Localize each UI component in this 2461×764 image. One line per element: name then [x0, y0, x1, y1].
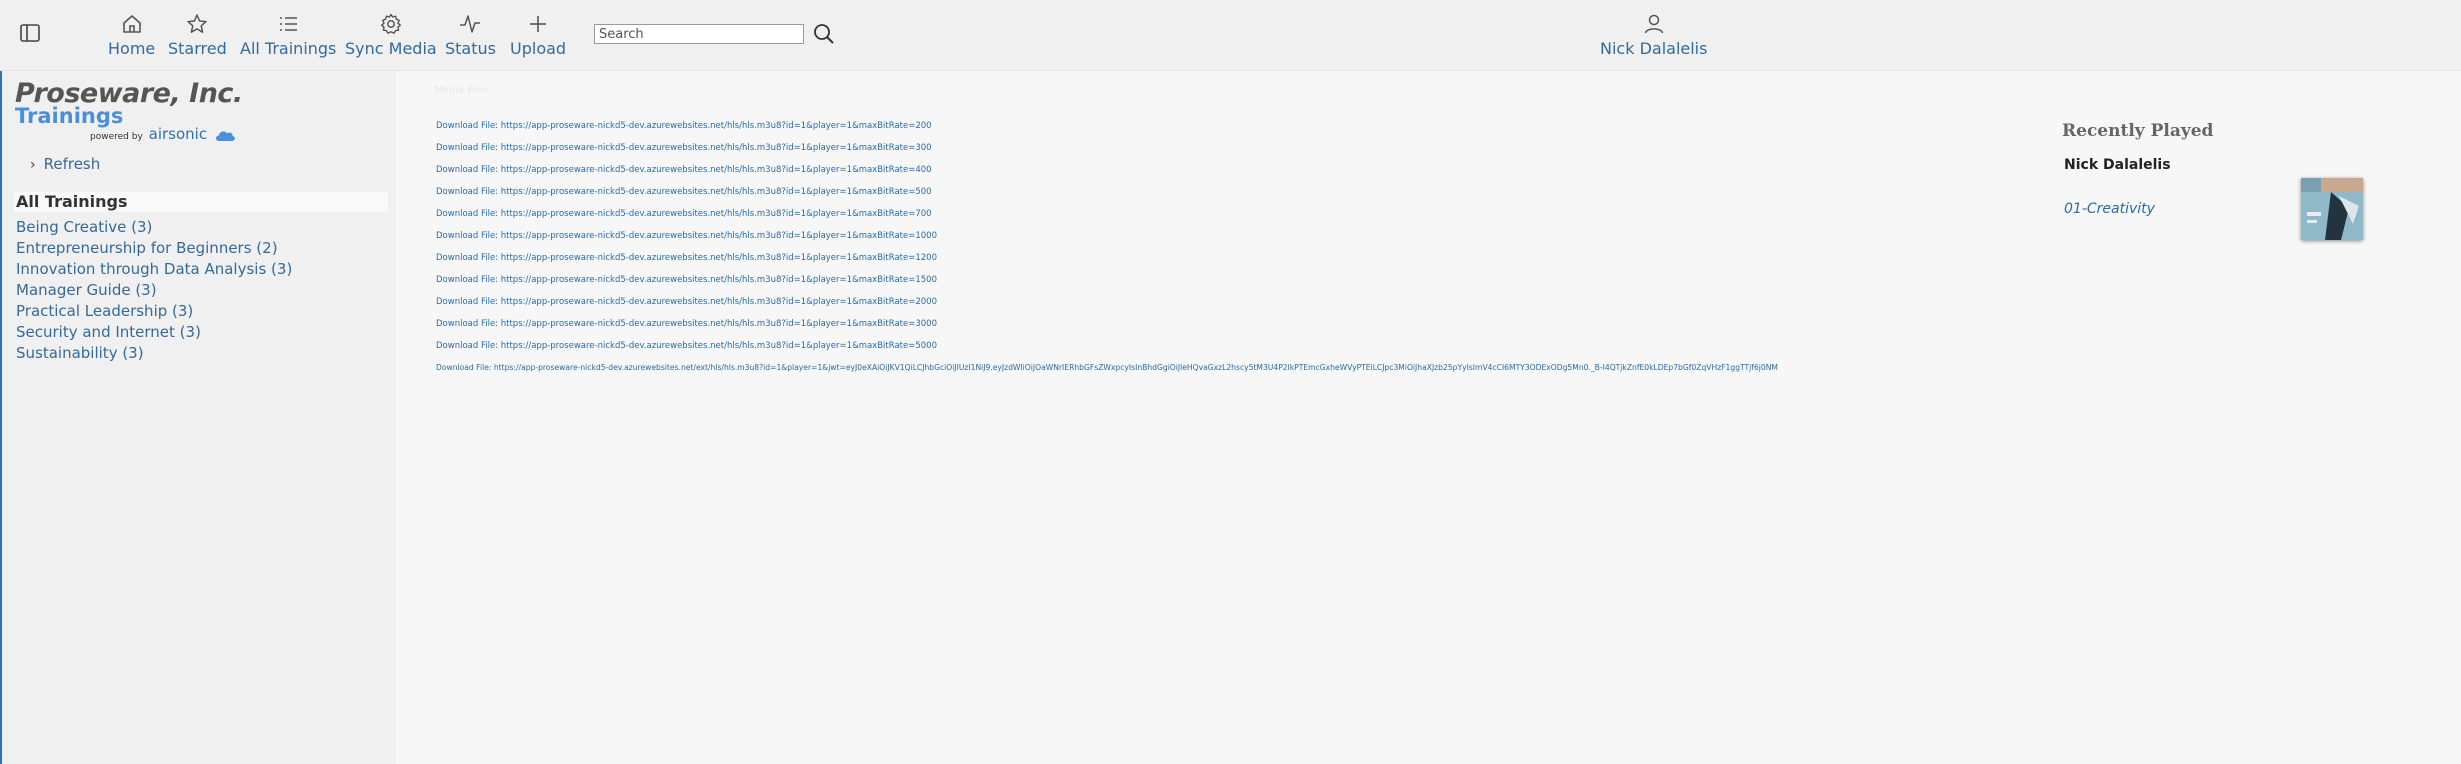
pulse-icon — [460, 15, 481, 33]
download-link[interactable]: Download File: https://app-proseware-nic… — [436, 231, 937, 241]
download-link[interactable]: Download File: https://app-proseware-nic… — [436, 297, 937, 307]
all-trainings-heading[interactable]: All Trainings — [14, 192, 388, 212]
category-entrepreneurship[interactable]: Entrepreneurship for Beginners (2) — [16, 238, 292, 259]
download-link[interactable]: Download File: https://app-proseware-nic… — [436, 341, 937, 351]
album-thumbnail[interactable] — [2301, 178, 2363, 240]
nav-starred-label: Starred — [168, 39, 227, 58]
search-input[interactable] — [594, 24, 804, 44]
cloud-icon — [214, 128, 236, 145]
nav-starred[interactable]: Starred — [168, 12, 227, 58]
logo-powered-by: powered by airsonic — [90, 125, 236, 145]
left-sidebar: Proseware, Inc. Trainings powered by air… — [0, 71, 396, 764]
download-link[interactable]: Download File: https://app-proseware-nic… — [436, 275, 937, 285]
category-innovation[interactable]: Innovation through Data Analysis (3) — [16, 259, 292, 280]
search-icon[interactable] — [813, 23, 835, 49]
nav-sync-media-label: Sync Media — [345, 39, 437, 58]
category-sustainability[interactable]: Sustainability (3) — [16, 343, 292, 364]
logo-powered-text: powered by — [90, 132, 143, 142]
nav-all-trainings[interactable]: All Trainings — [240, 12, 336, 58]
recently-played-item[interactable]: 01-Creativity — [2064, 201, 2155, 217]
user-icon — [1644, 14, 1663, 34]
sidebar-toggle-icon[interactable] — [19, 22, 41, 44]
download-link[interactable]: Download File: https://app-proseware-nic… — [436, 209, 932, 219]
gear-icon — [380, 13, 401, 34]
logo-product: Trainings — [15, 104, 124, 128]
download-link[interactable]: Download File: https://app-proseware-nic… — [436, 143, 932, 153]
list-icon — [280, 17, 298, 31]
category-manager-guide[interactable]: Manager Guide (3) — [16, 280, 292, 301]
faint-page-title: Media Files — [434, 85, 490, 96]
category-being-creative[interactable]: Being Creative (3) — [16, 217, 292, 238]
recently-played-title: Recently Played — [2062, 121, 2214, 141]
download-link[interactable]: Download File: https://app-proseware-nic… — [436, 165, 932, 175]
star-icon — [187, 14, 208, 33]
user-name: Nick Dalalelis — [1600, 39, 1708, 58]
plus-icon — [530, 16, 547, 32]
logo-brand: airsonic — [148, 125, 208, 143]
category-security-internet[interactable]: Security and Internet (3) — [16, 322, 292, 343]
nav-home[interactable]: Home — [108, 12, 155, 58]
nav-status[interactable]: Status — [445, 12, 496, 58]
top-navigation-bar: Home Starred All Trainings Sync Media St… — [0, 0, 2461, 71]
category-list: Being Creative (3) Entrepreneurship for … — [16, 217, 292, 364]
home-icon — [122, 15, 141, 33]
nav-upload[interactable]: Upload — [510, 12, 566, 58]
user-menu[interactable]: Nick Dalalelis — [1600, 12, 1707, 58]
download-link[interactable]: Download File: https://app-proseware-nic… — [436, 319, 937, 329]
download-link[interactable]: Download File: https://app-proseware-nic… — [436, 253, 937, 263]
download-link[interactable]: Download File: https://app-proseware-nic… — [436, 121, 932, 131]
nav-all-trainings-label: All Trainings — [240, 39, 337, 58]
refresh-label: Refresh — [43, 155, 101, 173]
recently-played-user: Nick Dalalelis — [2064, 157, 2171, 173]
category-practical-leadership[interactable]: Practical Leadership (3) — [16, 301, 292, 322]
nav-home-label: Home — [108, 39, 156, 58]
nav-status-label: Status — [445, 39, 496, 58]
download-link[interactable]: Download File: https://app-proseware-nic… — [436, 187, 932, 197]
refresh-button[interactable]: › Refresh — [30, 155, 100, 173]
nav-upload-label: Upload — [510, 39, 567, 58]
download-link[interactable]: Download File: https://app-proseware-nic… — [436, 363, 1778, 372]
nav-sync-media[interactable]: Sync Media — [345, 12, 437, 58]
main-content: Media Files Download File: https://app-p… — [396, 71, 2461, 764]
recently-played-panel: Recently Played Nick Dalalelis 01-Creati… — [2062, 121, 2214, 217]
chevron-right-icon: › — [30, 157, 36, 173]
logo: Proseware, Inc. Trainings powered by air… — [15, 79, 243, 144]
